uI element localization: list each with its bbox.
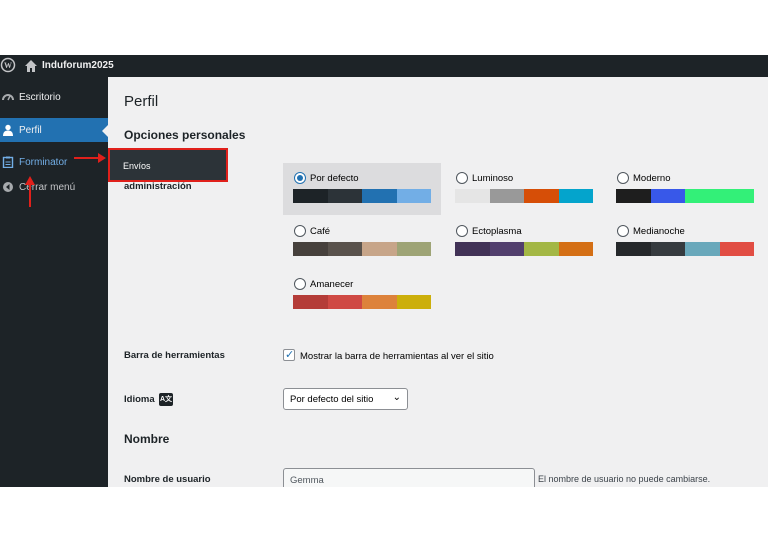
color-scheme-option[interactable]: Por defecto: [283, 163, 441, 215]
color-swatch: [685, 242, 720, 256]
color-swatches: [616, 242, 754, 256]
color-scheme-name: Ectoplasma: [472, 226, 522, 237]
section-heading-personal: Opciones personales: [124, 128, 246, 142]
color-swatch: [327, 189, 362, 203]
language-select-value: Por defecto del sitio: [290, 394, 374, 405]
color-scheme-option[interactable]: Medianoche: [606, 216, 764, 268]
color-scheme-name: Café: [310, 226, 331, 237]
sidebar-item-label: Escritorio: [19, 92, 61, 103]
color-swatch: [489, 189, 524, 203]
color-swatches: [455, 189, 593, 203]
username-description: El nombre de usuario no puede cambiarse.: [538, 474, 711, 484]
sidebar-item-escritorio[interactable]: Escritorio: [0, 85, 108, 109]
color-scheme-name: Moderno: [633, 173, 671, 184]
color-scheme-option[interactable]: Amanecer: [283, 269, 441, 321]
home-icon[interactable]: [24, 59, 38, 73]
color-scheme-name: Luminoso: [472, 173, 514, 184]
color-scheme-option[interactable]: Café: [283, 216, 441, 268]
submenu-flyout: Envíos: [108, 148, 228, 182]
chevron-down-icon: ⌄: [392, 392, 401, 403]
color-scheme-name: Por defecto: [310, 173, 359, 184]
color-swatch: [719, 242, 754, 256]
radio-button[interactable]: [456, 172, 468, 184]
section-heading-name: Nombre: [124, 432, 170, 446]
language-label: Idioma: [124, 394, 155, 405]
color-scheme-option[interactable]: Ectoplasma: [445, 216, 603, 268]
sidebar-item-label: Forminator: [19, 157, 68, 168]
screenshot: W Induforum2025 Escritorio Perfil Formin…: [0, 55, 768, 487]
color-swatch: [293, 242, 328, 256]
collapse-icon: [3, 182, 13, 192]
username-label: Nombre de usuario: [124, 474, 211, 485]
color-swatch: [558, 189, 593, 203]
toolbar-checkbox[interactable]: [283, 348, 295, 361]
radio-button[interactable]: [294, 278, 306, 290]
color-swatches: [293, 189, 431, 203]
page-title: Perfil: [124, 93, 159, 110]
color-swatch: [293, 295, 328, 309]
color-swatch: [327, 242, 362, 256]
color-scheme-option[interactable]: Moderno: [606, 163, 764, 215]
sidebar-item-cerrar-menu[interactable]: Cerrar menú: [0, 175, 108, 199]
forminator-icon: [2, 156, 14, 168]
color-swatches: [293, 242, 431, 256]
color-swatch: [396, 242, 431, 256]
color-swatch: [650, 189, 685, 203]
dashboard-icon: [2, 94, 14, 101]
color-swatches: [293, 295, 431, 309]
color-swatch: [650, 242, 685, 256]
color-swatch: [362, 189, 397, 203]
color-swatch: [327, 295, 362, 309]
radio-button[interactable]: [617, 225, 629, 237]
color-swatch: [362, 242, 397, 256]
sidebar-item-label: Cerrar menú: [19, 182, 76, 193]
color-swatch: [616, 189, 651, 203]
color-swatch: [524, 189, 559, 203]
toolbar-label: Barra de herramientas: [124, 350, 225, 361]
admin-sidebar: Escritorio Perfil Forminator Cerrar menú: [0, 77, 108, 487]
user-icon: [3, 124, 13, 136]
admin-bar: W Induforum2025: [0, 55, 768, 77]
radio-button[interactable]: [617, 172, 629, 184]
color-scheme-name: Amanecer: [310, 279, 354, 290]
site-name-link[interactable]: Induforum2025: [42, 60, 114, 71]
color-scheme-option[interactable]: Luminoso: [445, 163, 603, 215]
color-swatches: [616, 189, 754, 203]
color-swatch: [685, 189, 720, 203]
color-swatch: [524, 242, 559, 256]
color-scheme-label: administración: [124, 181, 192, 192]
color-swatch: [362, 295, 397, 309]
toolbar-checkbox-label[interactable]: Mostrar la barra de herramientas al ver …: [300, 351, 494, 362]
color-swatch: [558, 242, 593, 256]
color-swatch: [396, 189, 431, 203]
sidebar-item-forminator[interactable]: Forminator: [0, 150, 108, 174]
svg-text:W: W: [4, 61, 12, 70]
language-select[interactable]: Por defecto del sitio ⌄: [283, 388, 408, 410]
radio-button[interactable]: [294, 225, 306, 237]
submenu-item-envios[interactable]: Envíos: [123, 161, 151, 171]
color-swatch: [489, 242, 524, 256]
color-swatch: [293, 189, 328, 203]
color-scheme-name: Medianoche: [633, 226, 685, 237]
color-swatch: [719, 189, 754, 203]
color-swatches: [455, 242, 593, 256]
color-swatch: [455, 189, 490, 203]
radio-button[interactable]: [294, 172, 306, 184]
wordpress-logo-icon[interactable]: W: [0, 57, 16, 73]
sidebar-item-label: Perfil: [19, 125, 42, 136]
color-swatch: [616, 242, 651, 256]
translate-icon: A文: [159, 393, 173, 406]
radio-button[interactable]: [456, 225, 468, 237]
username-value: Gemma: [290, 475, 324, 486]
color-swatch: [455, 242, 490, 256]
username-field[interactable]: Gemma: [283, 468, 535, 487]
color-swatch: [396, 295, 431, 309]
sidebar-item-perfil[interactable]: Perfil: [0, 118, 108, 142]
